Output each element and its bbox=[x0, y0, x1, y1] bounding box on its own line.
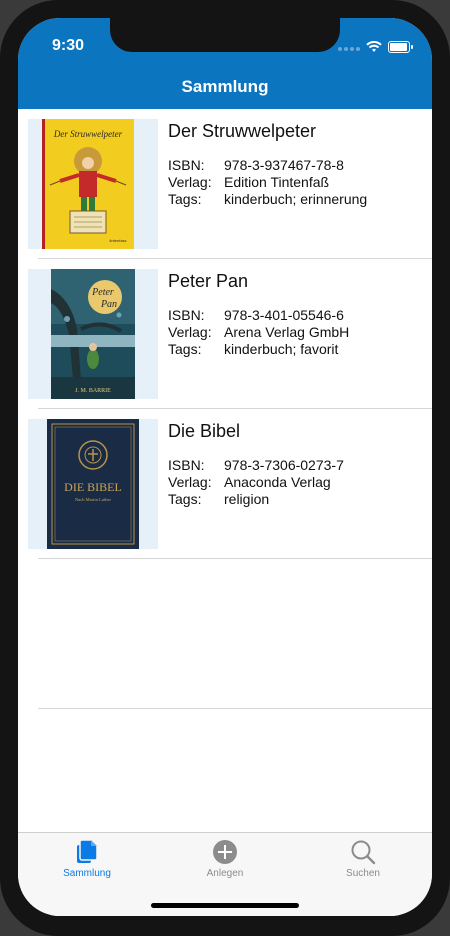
book-details: ISBN: 978-3-7306-0273-7 Verlag: Anaconda V… bbox=[168, 457, 344, 508]
book-row-die-bibel[interactable]: DIE BIBEL Nach Martin Luther Die Bibel I… bbox=[18, 409, 432, 559]
book-row-struwwelpeter[interactable]: Der Struwwelpeter tintenfass Der Struwwe… bbox=[18, 109, 432, 259]
add-circle-icon bbox=[213, 840, 237, 864]
book-title: Die Bibel bbox=[168, 421, 241, 441]
cover-subtitle-text: Nach Martin Luther bbox=[75, 497, 111, 502]
isbn-value: 978-3-7306-0273-7 bbox=[224, 457, 344, 473]
cover-title-text-2: Pan bbox=[100, 299, 117, 310]
book-details: ISBN: 978-3-401-05546-6 Verlag: Arena Verl… bbox=[168, 307, 349, 358]
book-row-peter-pan[interactable]: Peter Pan J. M. BARRIE Peter Pan ISBN: 97… bbox=[18, 259, 432, 409]
isbn-value: 978-3-401-05546-6 bbox=[224, 307, 344, 323]
row-separator bbox=[38, 558, 432, 559]
tab-label: Suchen bbox=[346, 868, 380, 879]
cover-publisher-text: tintenfass bbox=[109, 238, 126, 243]
tab-label: Sammlung bbox=[63, 868, 111, 879]
tags-label: Tags: bbox=[168, 191, 202, 207]
book-title: Peter Pan bbox=[168, 271, 249, 291]
book-cover-peter-pan: Peter Pan J. M. BARRIE bbox=[51, 269, 135, 399]
tags-label: Tags: bbox=[168, 491, 202, 507]
notch bbox=[110, 18, 340, 52]
tab-suchen[interactable]: Suchen bbox=[313, 839, 413, 879]
magnifier-icon bbox=[351, 840, 376, 865]
publisher-value: Edition Tintenfaß bbox=[224, 174, 330, 190]
documents-icon bbox=[77, 839, 98, 863]
tags-label: Tags: bbox=[168, 341, 202, 357]
book-cover-struwwelpeter: Der Struwwelpeter tintenfass bbox=[42, 119, 134, 249]
tab-bar: Sammlung Anlegen Suchen bbox=[18, 832, 432, 916]
publisher-label: Verlag: bbox=[168, 324, 212, 340]
page-title: Sammlung bbox=[181, 76, 269, 96]
tab-label: Anlegen bbox=[206, 868, 244, 879]
book-details: ISBN: 978-3-937467-78-8 Verlag: Edition Ti… bbox=[168, 157, 367, 208]
status-time: 9:30 bbox=[52, 37, 85, 54]
isbn-label: ISBN: bbox=[168, 307, 205, 323]
empty-row-separator bbox=[38, 708, 432, 709]
battery-icon bbox=[388, 41, 413, 53]
cover-title-text: Der Struwwelpeter bbox=[53, 129, 123, 139]
tags-value: kinderbuch; favorit bbox=[224, 341, 339, 357]
app-screen: 9:30 Sammlung Der Struwwelpeter tintenfa… bbox=[18, 18, 432, 916]
tab-sammlung[interactable]: Sammlung bbox=[37, 839, 137, 879]
publisher-label: Verlag: bbox=[168, 174, 212, 190]
publisher-label: Verlag: bbox=[168, 474, 212, 490]
publisher-value: Anaconda Verlag bbox=[224, 474, 331, 490]
tags-value: kinderbuch; erinnerung bbox=[224, 191, 368, 207]
home-indicator[interactable] bbox=[151, 903, 299, 908]
tags-value: religion bbox=[224, 491, 270, 507]
cover-author-text: J. M. BARRIE bbox=[75, 388, 111, 394]
nav-bar: Sammlung bbox=[18, 64, 432, 109]
book-list: Der Struwwelpeter tintenfass Der Struwwe… bbox=[18, 109, 432, 559]
publisher-value: Arena Verlag GmbH bbox=[224, 324, 350, 340]
isbn-value: 978-3-937467-78-8 bbox=[224, 157, 344, 173]
cover-title-text-1: Peter bbox=[91, 287, 114, 298]
isbn-label: ISBN: bbox=[168, 457, 205, 473]
signal-icon bbox=[336, 38, 360, 56]
cover-title-text: DIE BIBEL bbox=[64, 480, 122, 494]
book-cover-die-bibel: DIE BIBEL Nach Martin Luther bbox=[47, 419, 139, 549]
status-icons bbox=[336, 38, 413, 56]
wifi-icon bbox=[366, 41, 382, 52]
phone-frame: 9:30 Sammlung Der Struwwelpeter tintenfa… bbox=[0, 0, 450, 936]
tab-anlegen[interactable]: Anlegen bbox=[175, 839, 275, 879]
isbn-label: ISBN: bbox=[168, 157, 205, 173]
book-title: Der Struwwelpeter bbox=[168, 121, 317, 141]
